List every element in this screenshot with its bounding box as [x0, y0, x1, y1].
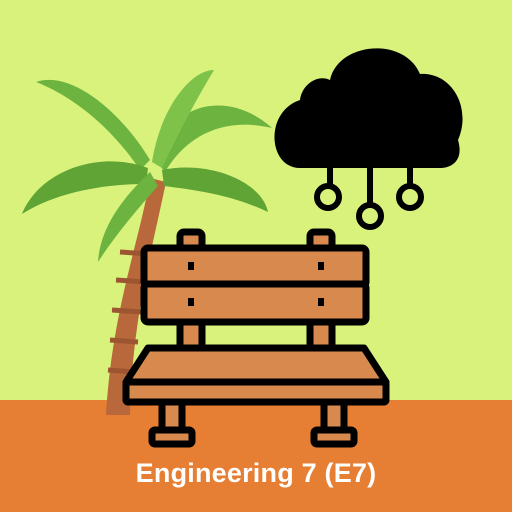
- bench-back-bottom-plank: [140, 280, 370, 326]
- cloud-node-right: [396, 183, 424, 211]
- bench-back-top-plank: [140, 244, 370, 290]
- bench-foot-right: [310, 426, 358, 448]
- cloud-node-center: [356, 202, 384, 230]
- app-icon-canvas: Engineering 7 (E7): [0, 0, 512, 512]
- app-caption: Engineering 7 (E7): [135, 458, 377, 488]
- palm-leaf-left: [36, 79, 150, 170]
- park-bench-icon: [122, 228, 390, 448]
- bench-seat: [122, 344, 390, 386]
- cloud-node-left: [314, 183, 342, 211]
- bench-foot-left: [148, 426, 196, 448]
- cloud-shape: [274, 48, 463, 168]
- illustration: [22, 48, 463, 448]
- cloud-network-icon: [274, 48, 463, 230]
- palm-leaf-lower-right: [162, 167, 268, 212]
